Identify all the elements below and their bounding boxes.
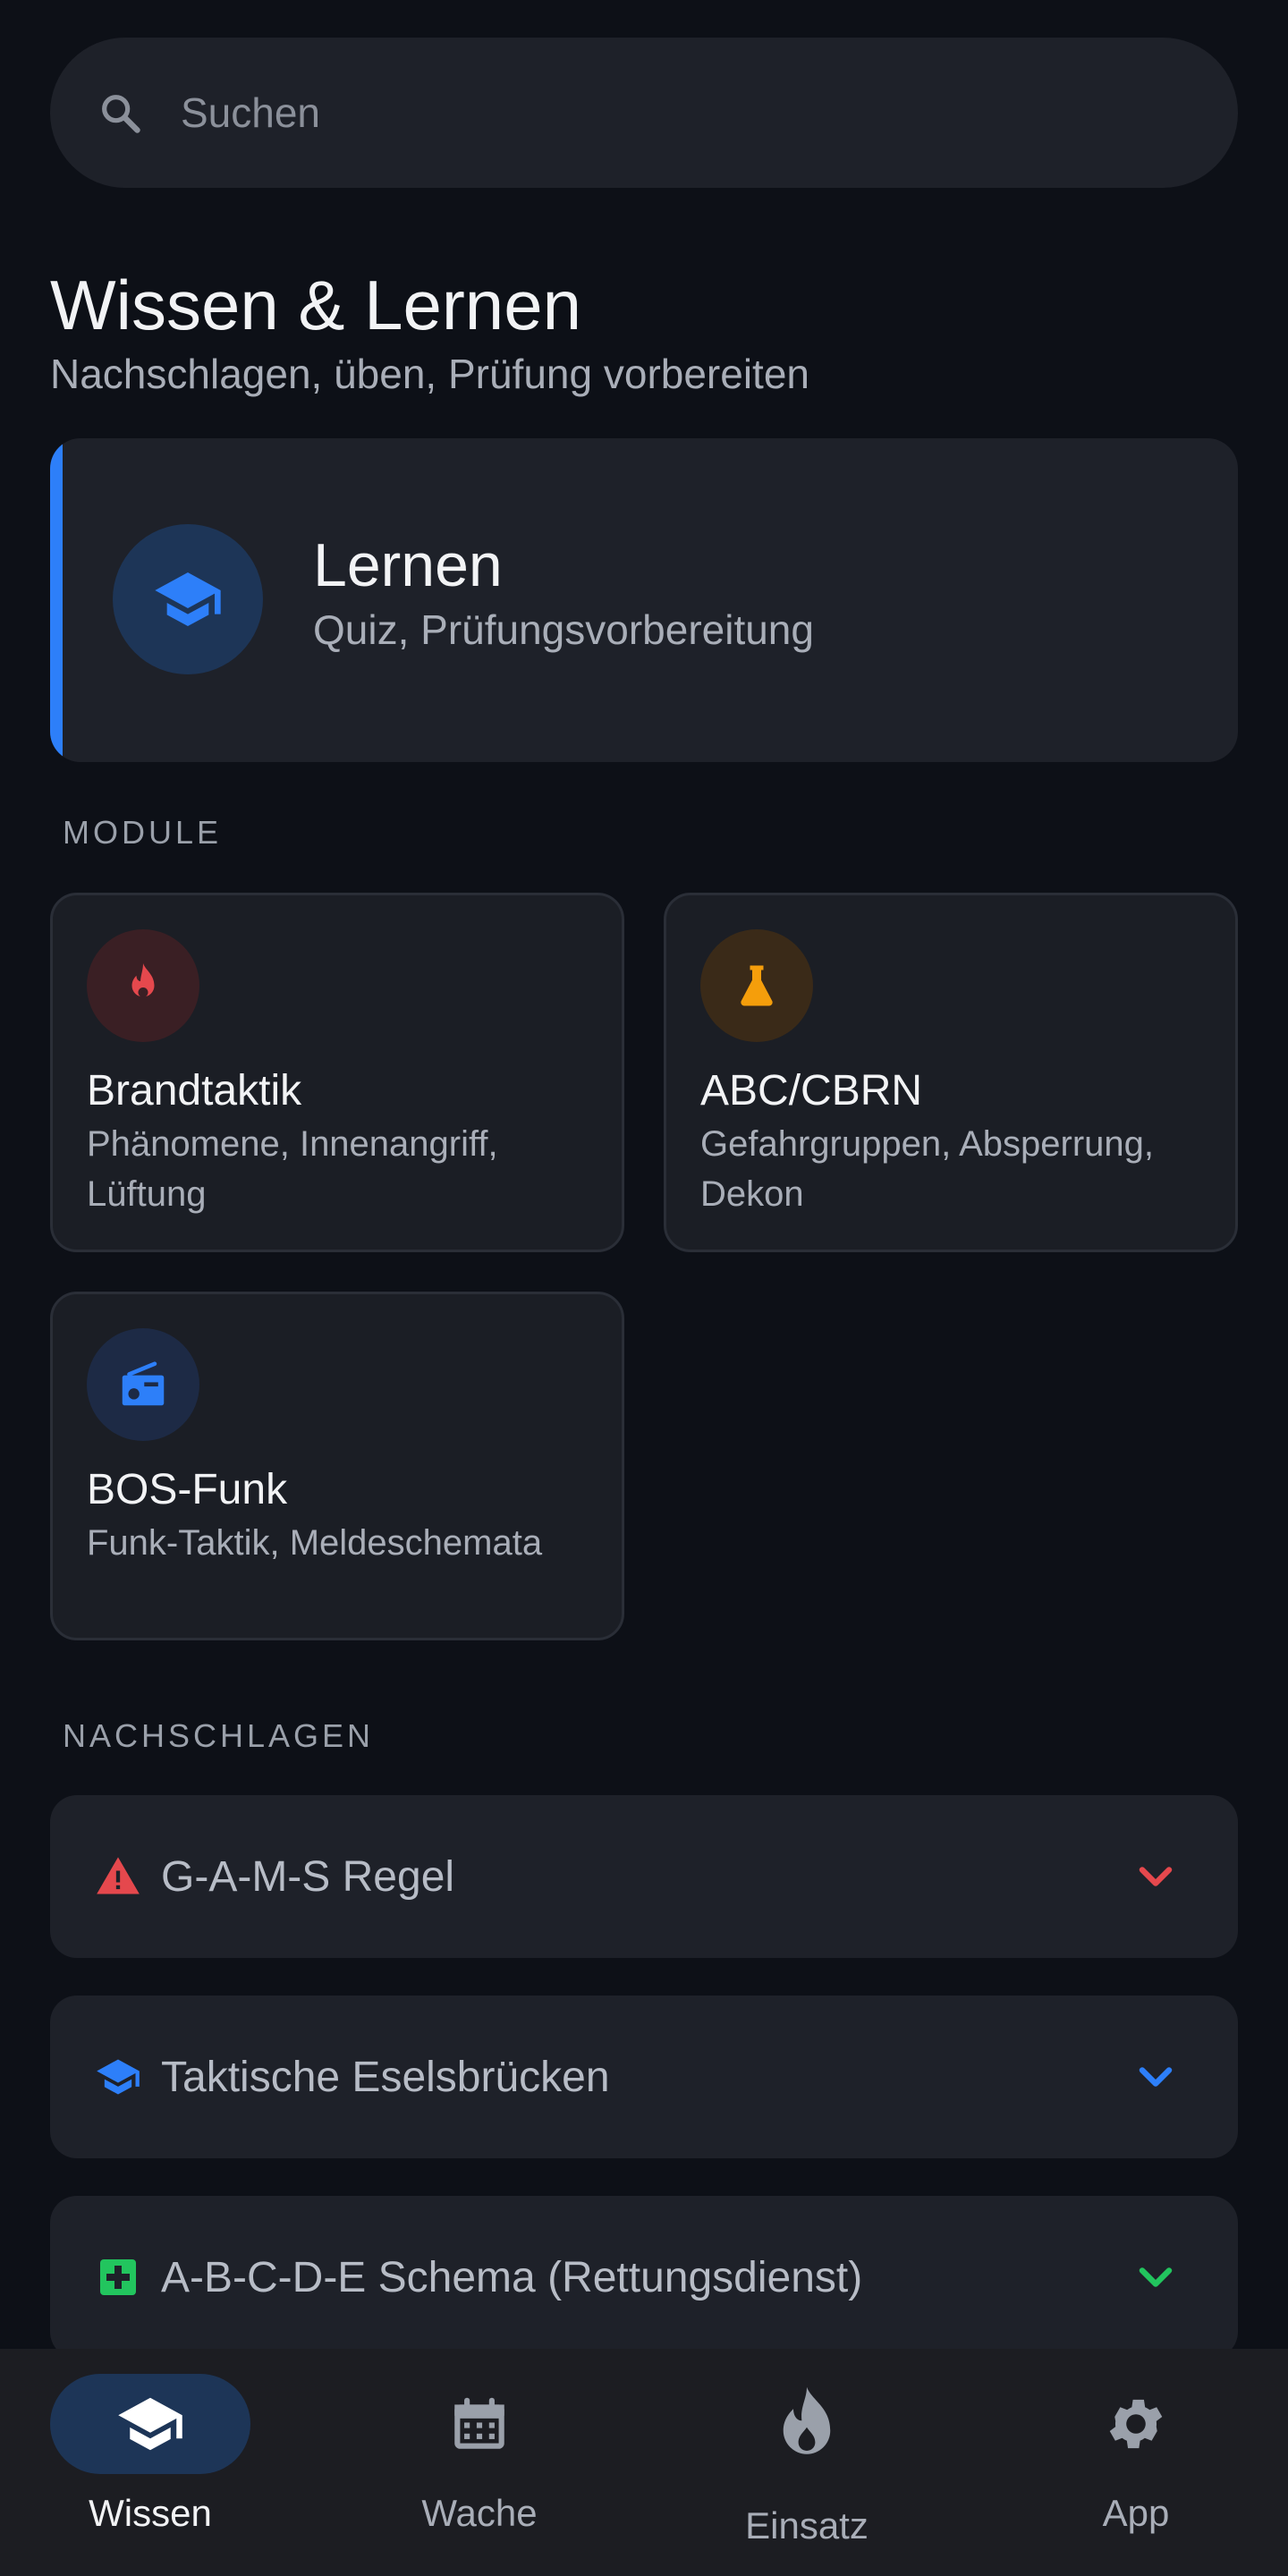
nav-label: App bbox=[1102, 2492, 1170, 2534]
chevron-down-icon[interactable] bbox=[1129, 2050, 1182, 2104]
accordion-label: Taktische Eselsbrücken bbox=[161, 2053, 610, 2101]
chevron-down-icon[interactable] bbox=[1129, 2250, 1182, 2304]
accordion-gams[interactable]: G-A-M-S Regel bbox=[50, 1795, 1238, 1958]
module-card-bos-funk[interactable]: BOS-Funk Funk-Taktik, Meldeschemata bbox=[50, 1292, 624, 1640]
accordion-label: G-A-M-S Regel bbox=[161, 1852, 455, 1901]
nav-label: Wache bbox=[421, 2492, 538, 2534]
module-title: Brandtaktik bbox=[87, 1067, 302, 1114]
page-subtitle: Nachschlagen, üben, Prüfung vorbereiten bbox=[50, 351, 810, 397]
accordion-label: A-B-C-D-E Schema (Rettungsdienst) bbox=[161, 2253, 863, 2301]
bottom-navigation: Wissen Wache Einsatz App bbox=[0, 2349, 1288, 2576]
module-description: Funk-Taktik, Meldeschemata bbox=[87, 1523, 543, 1563]
search-input[interactable] bbox=[179, 88, 1166, 138]
calendar-icon bbox=[379, 2374, 580, 2474]
nav-label: Einsatz bbox=[745, 2504, 869, 2546]
module-description: Phänomene, Innenangriff, Lüftung bbox=[87, 1124, 498, 1214]
reference-heading: NACHSCHLAGEN bbox=[63, 1717, 375, 1754]
nav-label: Wissen bbox=[89, 2492, 212, 2534]
module-title: BOS-Funk bbox=[87, 1466, 288, 1513]
page-title: Wissen & Lernen bbox=[50, 266, 581, 344]
learn-card-title: Lernen bbox=[313, 531, 503, 599]
module-title: ABC/CBRN bbox=[700, 1067, 923, 1114]
nav-item-einsatz[interactable]: Einsatz bbox=[691, 2349, 923, 2576]
medical-plus-icon bbox=[93, 2252, 143, 2302]
module-description: Gefahrgruppen, Absperrung, Dekon bbox=[700, 1124, 1155, 1214]
flask-icon bbox=[700, 929, 813, 1042]
module-card-abc-cbrn[interactable]: ABC/CBRN Gefahrgruppen, Absperrung, Deko… bbox=[664, 893, 1238, 1252]
learn-card[interactable]: Lernen Quiz, Prüfungsvorbereitung bbox=[50, 438, 1238, 762]
accordion-eselsbruecken[interactable]: Taktische Eselsbrücken bbox=[50, 1996, 1238, 2158]
gear-icon bbox=[1036, 2374, 1236, 2474]
learn-card-description: Quiz, Prüfungsvorbereitung bbox=[313, 606, 814, 653]
graduation-cap-icon bbox=[93, 2052, 143, 2102]
graduation-cap-icon bbox=[113, 524, 263, 674]
accordion-abcde[interactable]: A-B-C-D-E Schema (Rettungsdienst) bbox=[50, 2196, 1238, 2359]
nav-item-wissen[interactable]: Wissen bbox=[34, 2349, 267, 2576]
graduation-cap-icon bbox=[50, 2374, 250, 2474]
module-card-brandtaktik[interactable]: Brandtaktik Phänomene, Innenangriff, Lüf… bbox=[50, 893, 624, 1252]
nav-item-app[interactable]: App bbox=[1020, 2349, 1252, 2576]
nav-item-wache[interactable]: Wache bbox=[363, 2349, 596, 2576]
flame-icon bbox=[707, 2374, 907, 2474]
search-icon bbox=[93, 86, 147, 140]
search-bar[interactable] bbox=[50, 38, 1238, 188]
fire-icon bbox=[87, 929, 199, 1042]
chevron-down-icon[interactable] bbox=[1129, 1850, 1182, 1903]
modules-heading: MODULE bbox=[63, 814, 223, 851]
warning-icon bbox=[93, 1852, 143, 1902]
radio-icon bbox=[87, 1328, 199, 1441]
learn-card-accent bbox=[50, 438, 63, 762]
